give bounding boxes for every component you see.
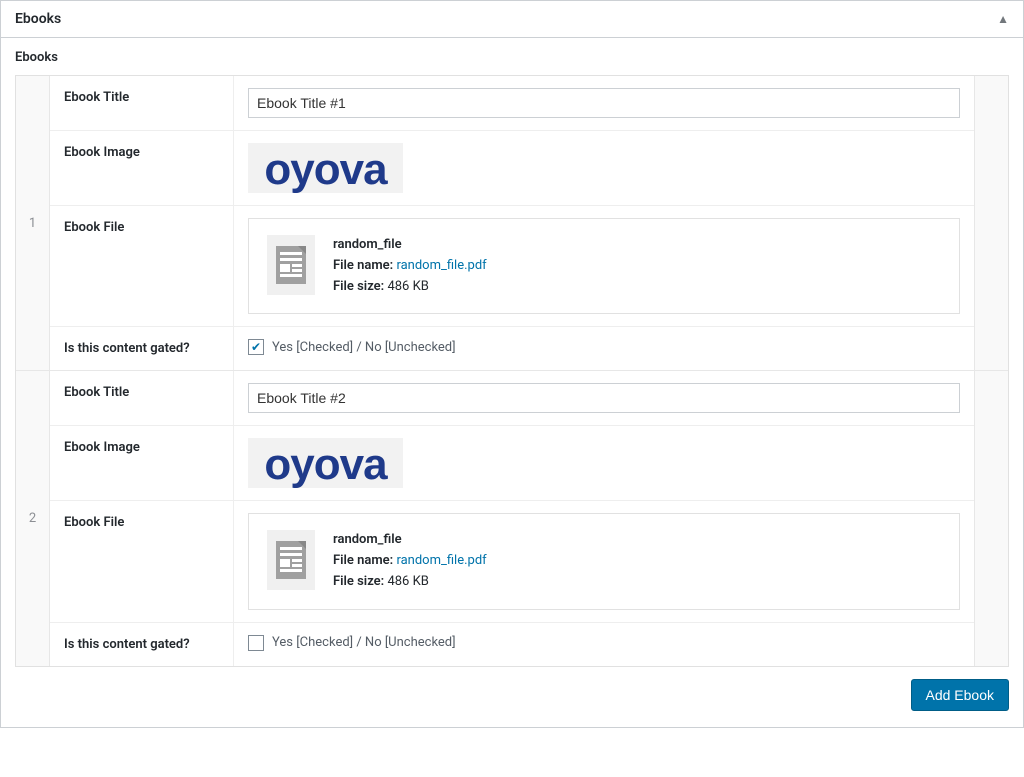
ebook-row: 2 Ebook Title Ebook Image oyova	[16, 371, 1008, 665]
file-name-label: File name:	[333, 258, 393, 273]
file-title: random_file	[333, 530, 487, 551]
add-ebook-button[interactable]: Add Ebook	[911, 679, 1010, 711]
ebook-title-input[interactable]	[248, 383, 960, 413]
ebooks-panel: Ebooks ▲ Ebooks 1 Ebook Title Ebook Imag…	[0, 0, 1024, 728]
file-meta: random_file File name: random_file.pdf F…	[333, 235, 487, 297]
drag-handle[interactable]	[974, 76, 1008, 370]
ebook-repeater: 1 Ebook Title Ebook Image oyova	[15, 75, 1009, 667]
label-ebook-image: Ebook Image	[50, 426, 234, 500]
row-index: 1	[16, 76, 50, 370]
gated-checkbox[interactable]	[248, 339, 264, 355]
label-ebook-title: Ebook Title	[50, 76, 234, 130]
ebook-title-input[interactable]	[248, 88, 960, 118]
file-size-value: 486 KB	[387, 574, 428, 589]
ebook-image-preview[interactable]: oyova	[248, 438, 403, 488]
file-size-value: 486 KB	[387, 279, 428, 294]
ebook-file-card[interactable]: random_file File name: random_file.pdf F…	[248, 218, 960, 314]
panel-header: Ebooks ▲	[1, 1, 1023, 38]
logo-icon: oyova	[264, 443, 386, 487]
file-name-label: File name:	[333, 553, 393, 568]
label-gated: Is this content gated?	[50, 623, 234, 666]
section-label: Ebooks	[15, 50, 1009, 65]
ebook-image-preview[interactable]: oyova	[248, 143, 403, 193]
gated-hint: Yes [Checked] / No [Unchecked]	[272, 635, 456, 650]
logo-icon: oyova	[264, 148, 386, 192]
label-ebook-file: Ebook File	[50, 206, 234, 326]
file-name-link[interactable]: random_file.pdf	[396, 553, 486, 568]
gated-hint: Yes [Checked] / No [Unchecked]	[272, 340, 456, 355]
label-ebook-file: Ebook File	[50, 501, 234, 621]
file-name-link[interactable]: random_file.pdf	[396, 258, 486, 273]
file-title: random_file	[333, 235, 487, 256]
panel-title: Ebooks	[15, 11, 61, 27]
ebook-file-card[interactable]: random_file File name: random_file.pdf F…	[248, 513, 960, 609]
ebook-row: 1 Ebook Title Ebook Image oyova	[16, 76, 1008, 371]
drag-handle[interactable]	[974, 371, 1008, 665]
label-ebook-image: Ebook Image	[50, 131, 234, 205]
file-size-label: File size:	[333, 574, 384, 589]
document-icon	[267, 235, 315, 295]
collapse-icon[interactable]: ▲	[997, 12, 1009, 26]
label-gated: Is this content gated?	[50, 327, 234, 370]
row-index: 2	[16, 371, 50, 665]
label-ebook-title: Ebook Title	[50, 371, 234, 425]
file-size-label: File size:	[333, 279, 384, 294]
gated-checkbox[interactable]	[248, 635, 264, 651]
file-meta: random_file File name: random_file.pdf F…	[333, 530, 487, 592]
document-icon	[267, 530, 315, 590]
